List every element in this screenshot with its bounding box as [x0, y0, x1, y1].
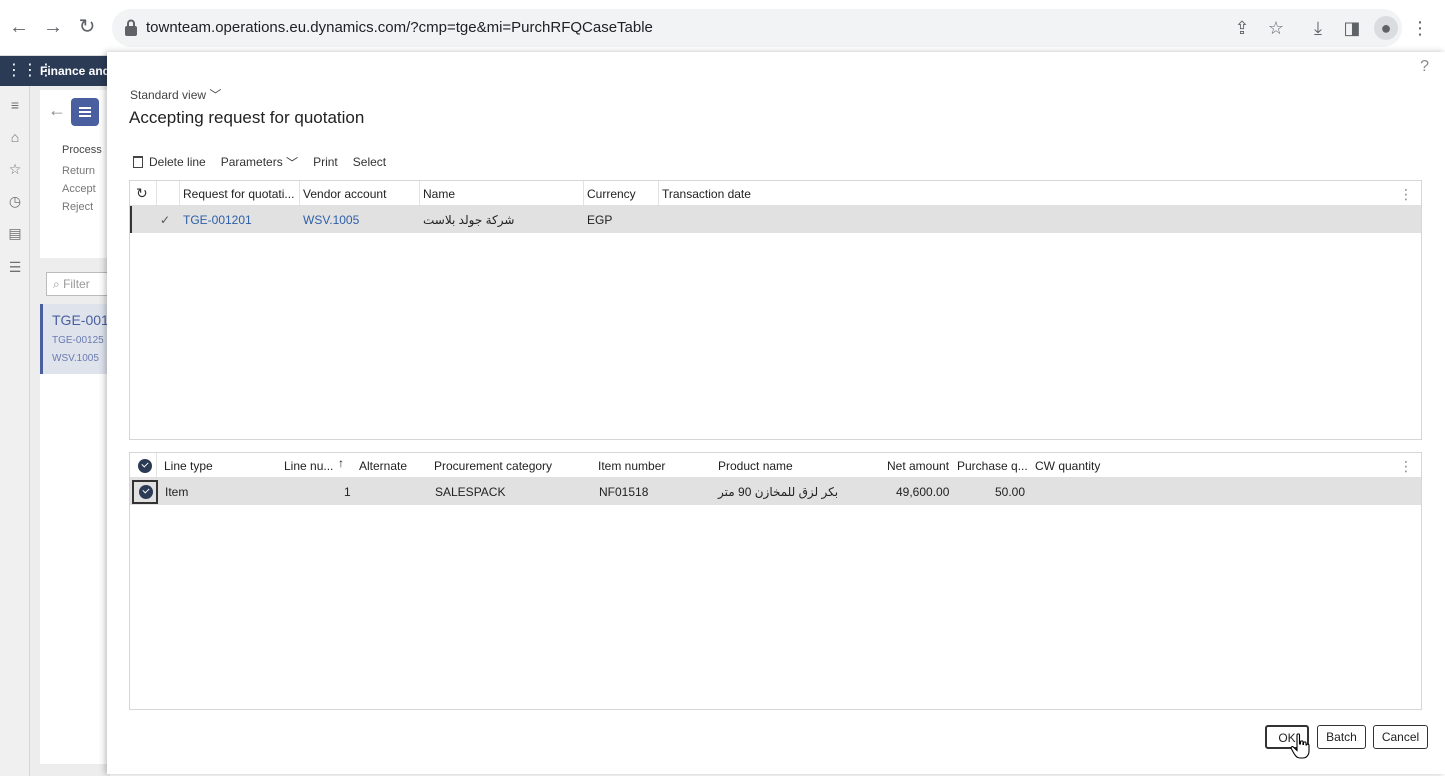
- workspaces-icon[interactable]: ▤: [6, 224, 24, 242]
- lines-grid: Line type Line nu... ↑ Alternate Procure…: [129, 452, 1422, 710]
- column-header-alternate[interactable]: Alternate: [359, 459, 407, 473]
- parameters-label: Parameters: [220, 155, 283, 169]
- favorites-star-icon[interactable]: ☆: [6, 160, 24, 178]
- accept-rfq-dialog: ? Standard view ﹀ Accepting request for …: [107, 52, 1445, 774]
- background-list-item-title: TGE-001: [52, 312, 109, 328]
- delete-line-button[interactable]: Delete line: [133, 155, 206, 169]
- row-selected-check-icon[interactable]: ✓: [160, 213, 170, 227]
- document-icon: [71, 98, 99, 126]
- background-back-icon[interactable]: ←: [48, 100, 66, 121]
- browser-toolbar: ← → ↻ townteam.operations.eu.dynamics.co…: [0, 0, 1445, 56]
- column-header-vendor-account[interactable]: Vendor account: [303, 187, 386, 201]
- app-name: Finance and: [40, 64, 111, 78]
- background-lower-card: [40, 374, 110, 764]
- background-process-label: Process: [62, 144, 102, 156]
- background-list-item-sub1: TGE-00125: [52, 335, 104, 346]
- print-button[interactable]: Print: [313, 155, 338, 169]
- rfq-grid-header: ↻ Request for quotati... Vendor account …: [130, 181, 1421, 206]
- back-arrow-icon[interactable]: ←: [6, 14, 32, 40]
- column-header-product-name[interactable]: Product name: [718, 459, 793, 473]
- line-type-cell: Item: [165, 485, 189, 499]
- purchase-qty-cell: 50.00: [995, 485, 1026, 499]
- row-check-icon: [139, 485, 153, 499]
- procurement-category-cell: SALESPACK: [435, 485, 506, 499]
- navigation-rail: ≡ ⌂ ☆ ◷ ▤ ☰: [0, 86, 30, 776]
- rfq-cell[interactable]: TGE-001201: [183, 213, 252, 227]
- chevron-down-icon: ﹀: [282, 155, 299, 170]
- parameters-button[interactable]: Parameters ﹀: [221, 154, 298, 171]
- share-icon[interactable]: ⇪: [1230, 16, 1254, 40]
- app-launcher-icon[interactable]: ⋮⋮⋮: [6, 62, 54, 80]
- delete-line-label: Delete line: [149, 155, 206, 169]
- vendor-name-cell: شركة جولد بلاست: [423, 213, 515, 227]
- print-label: Print: [313, 155, 338, 169]
- column-header-purchase-qty[interactable]: Purchase q...: [957, 459, 1028, 473]
- batch-button[interactable]: Batch: [1317, 725, 1366, 749]
- select-label: Select: [352, 155, 387, 169]
- column-header-procurement-category[interactable]: Procurement category: [434, 459, 552, 473]
- currency-cell: EGP: [587, 213, 613, 227]
- background-list-item-sub2: WSV.1005: [52, 353, 99, 364]
- vendor-account-cell[interactable]: WSV.1005: [303, 213, 359, 227]
- forward-arrow-icon[interactable]: →: [40, 14, 66, 40]
- more-options-icon[interactable]: ⋮: [1399, 458, 1413, 475]
- download-icon[interactable]: ⤓: [1306, 16, 1330, 40]
- reload-icon[interactable]: ↻: [74, 14, 100, 40]
- background-filter-input[interactable]: ⌕ Filter: [46, 272, 110, 296]
- help-icon[interactable]: ?: [1420, 58, 1429, 76]
- filter-placeholder: Filter: [63, 277, 90, 291]
- chevron-down-icon: ﹀: [209, 88, 222, 102]
- hamburger-menu-icon[interactable]: ≡: [6, 96, 24, 114]
- select-button[interactable]: Select: [353, 155, 386, 169]
- column-header-item-number[interactable]: Item number: [598, 459, 665, 473]
- row-checkbox[interactable]: [132, 480, 158, 504]
- table-row[interactable]: Item 1 SALESPACK NF01518 بكر لزق للمخازن…: [130, 478, 1421, 505]
- background-action-reject[interactable]: Reject: [62, 201, 93, 213]
- column-header-net-amount[interactable]: Net amount: [887, 459, 949, 473]
- url-text: townteam.operations.eu.dynamics.com/?cmp…: [146, 19, 653, 36]
- side-panel-icon[interactable]: ◨: [1340, 16, 1364, 40]
- line-number-cell: 1: [344, 485, 351, 499]
- hand-pointer-cursor-icon: [1290, 733, 1310, 759]
- profile-avatar-icon[interactable]: ●: [1374, 16, 1398, 40]
- cancel-button[interactable]: Cancel: [1373, 725, 1428, 749]
- view-selector-label: Standard view: [130, 88, 207, 102]
- net-amount-cell: 49,600.00: [896, 485, 950, 499]
- column-header-name[interactable]: Name: [423, 187, 455, 201]
- browser-menu-icon[interactable]: ⋮: [1408, 16, 1432, 40]
- sort-ascending-icon: ↑: [338, 456, 344, 470]
- home-icon[interactable]: ⌂: [6, 128, 24, 146]
- more-options-icon[interactable]: ⋮: [1399, 186, 1413, 203]
- column-header-currency[interactable]: Currency: [587, 187, 636, 201]
- select-all-check-icon[interactable]: [138, 459, 152, 473]
- background-action-return[interactable]: Return: [62, 165, 95, 177]
- trash-icon: [133, 156, 143, 168]
- address-bar[interactable]: townteam.operations.eu.dynamics.com/?cmp…: [112, 9, 1402, 47]
- item-number-cell: NF01518: [599, 485, 649, 499]
- column-header-rfq[interactable]: Request for quotati...: [183, 187, 294, 201]
- lines-grid-header: Line type Line nu... ↑ Alternate Procure…: [130, 453, 1421, 478]
- recent-clock-icon[interactable]: ◷: [6, 192, 24, 210]
- modules-list-icon[interactable]: ☰: [6, 258, 24, 276]
- rfq-grid: ↻ Request for quotati... Vendor account …: [129, 180, 1422, 440]
- dialog-toolbar: Delete line Parameters ﹀ Print Select: [133, 152, 401, 172]
- lock-icon: [125, 19, 137, 36]
- column-header-line-type[interactable]: Line type: [164, 459, 213, 473]
- table-row[interactable]: ✓ TGE-001201 WSV.1005 شركة جولد بلاست EG…: [130, 206, 1421, 233]
- background-action-accept[interactable]: Accept: [62, 183, 96, 195]
- bookmark-star-icon[interactable]: ☆: [1264, 16, 1288, 40]
- column-header-transaction-date[interactable]: Transaction date: [662, 187, 751, 201]
- column-header-cw-quantity[interactable]: CW quantity: [1035, 459, 1100, 473]
- refresh-icon[interactable]: ↻: [136, 186, 150, 200]
- app-header: ⋮⋮⋮ Finance and: [0, 56, 110, 86]
- view-selector[interactable]: Standard view ﹀: [130, 86, 221, 103]
- column-header-line-number[interactable]: Line nu...: [284, 459, 333, 473]
- product-name-cell: بكر لزق للمخازن 90 متر: [718, 485, 839, 499]
- dialog-title: Accepting request for quotation: [129, 108, 365, 127]
